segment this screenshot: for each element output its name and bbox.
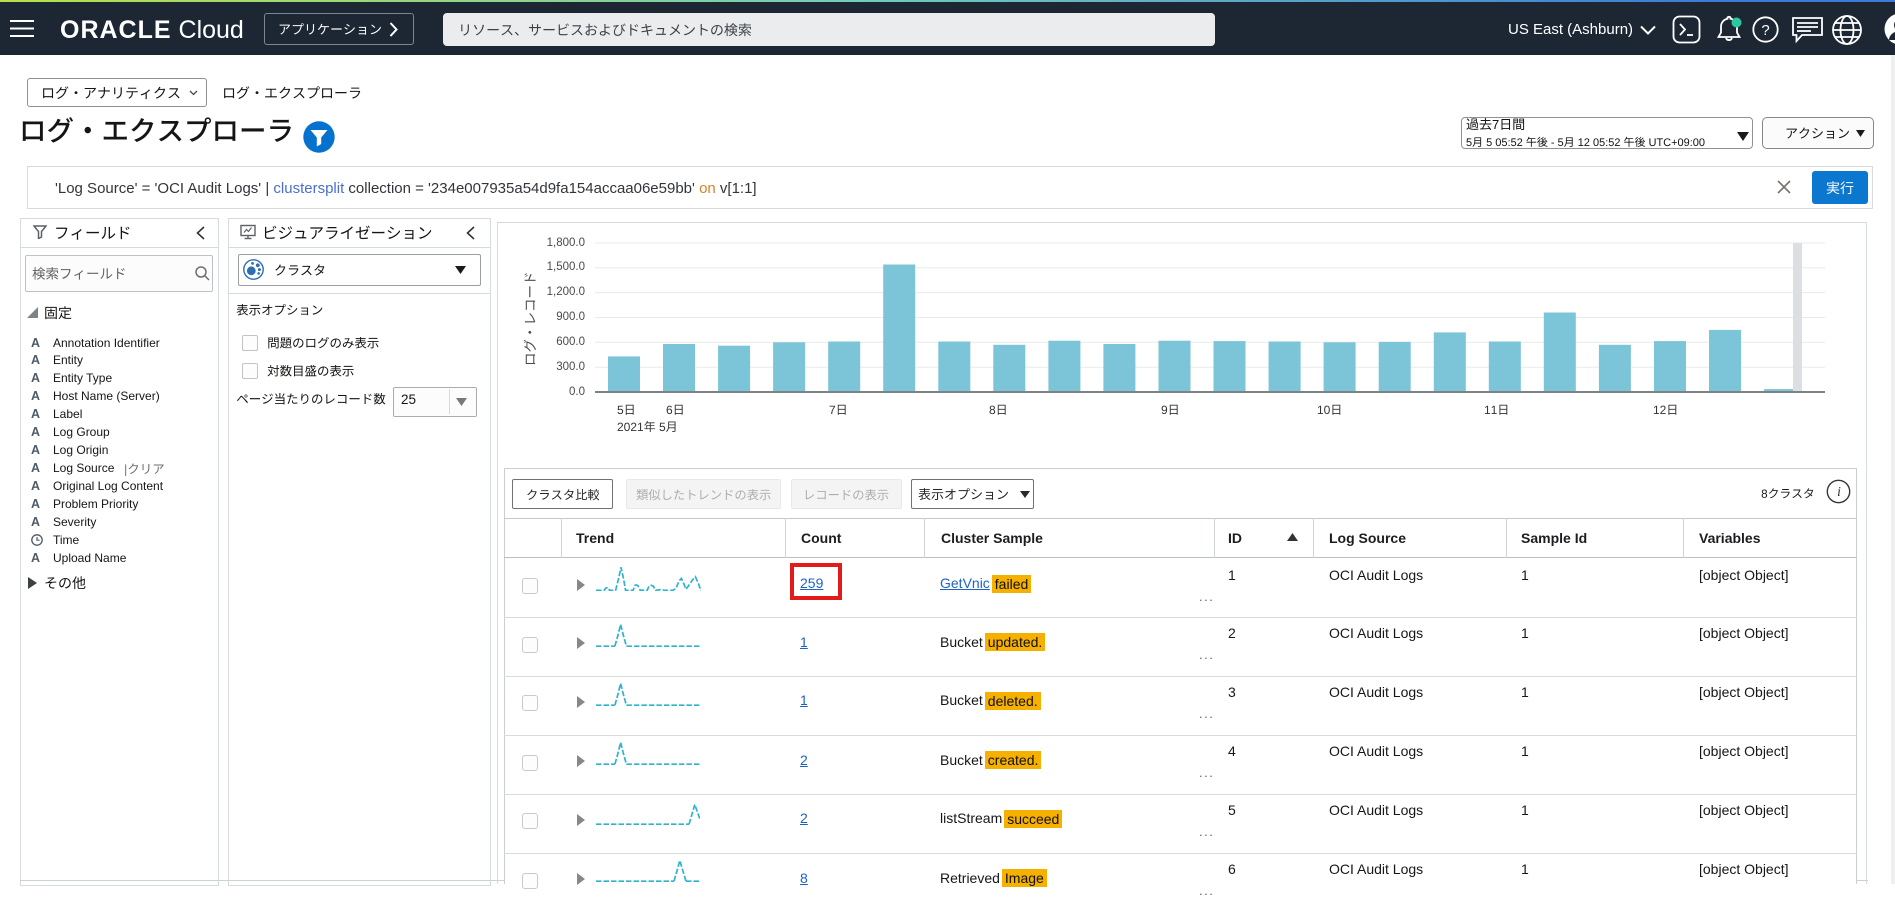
svg-text:i: i [1837, 484, 1841, 499]
svg-text:?: ? [1761, 22, 1769, 39]
